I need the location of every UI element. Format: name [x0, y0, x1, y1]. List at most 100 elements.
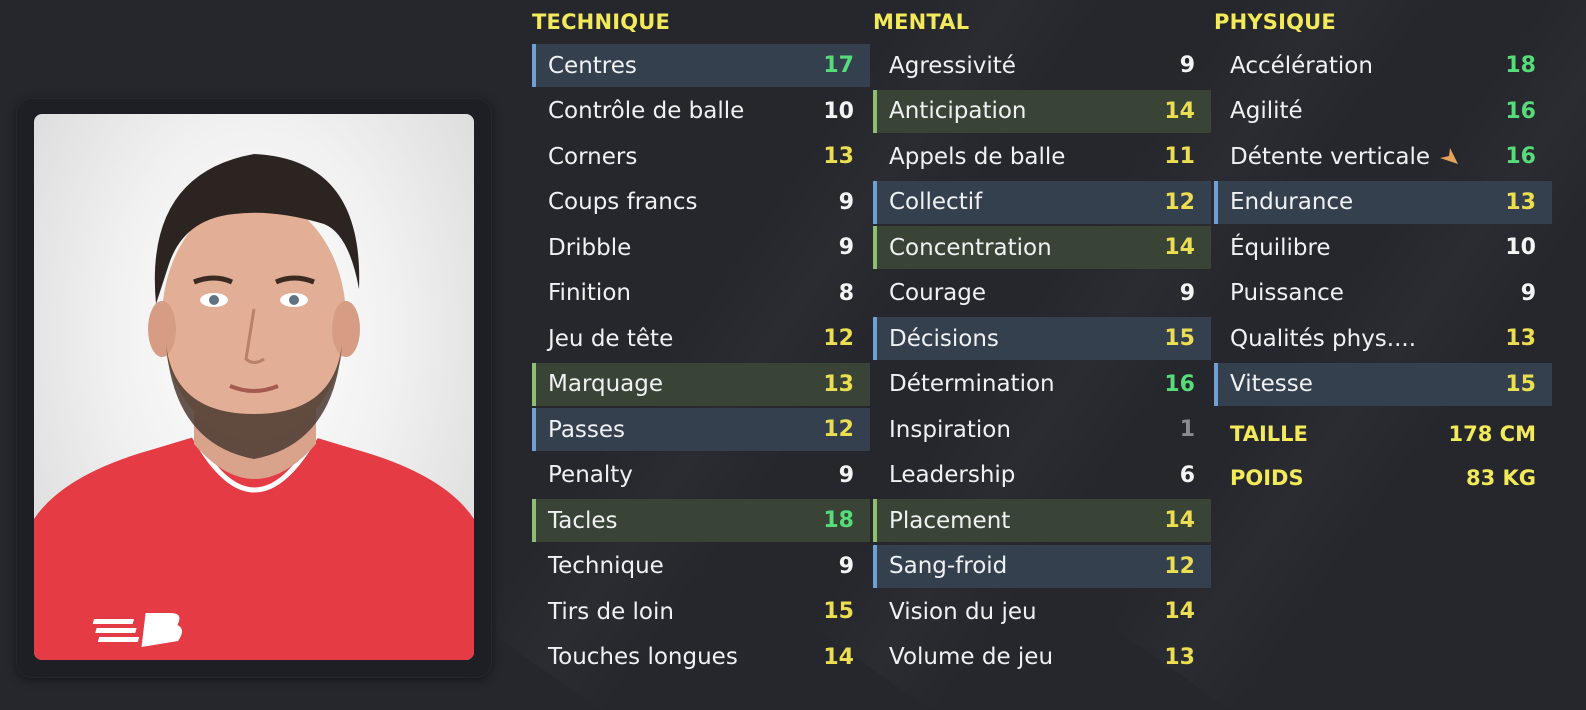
attribute-label-text: Collectif [889, 189, 983, 215]
physique-attribute-row[interactable]: Puissance 9 [1214, 272, 1552, 315]
attribute-label-text: Sang-froid [889, 553, 1008, 579]
attribute-value: 14 [1164, 508, 1195, 533]
attribute-label: Inspiration [889, 417, 1011, 443]
attribute-value: 16 [1505, 98, 1536, 124]
technique-attribute-row[interactable]: Jeu de tête 12 [532, 317, 870, 360]
attribute-label: Tirs de loin [548, 599, 674, 625]
technique-attribute-row[interactable]: Contrôle de balle 10 [532, 90, 870, 133]
physique-attribute-row[interactable]: Agilité 16 [1214, 90, 1552, 133]
attribute-value: 9 [1179, 280, 1195, 306]
attribute-value: 14 [1164, 599, 1195, 624]
player-portrait-frame [16, 98, 492, 678]
attribute-value: 14 [823, 644, 854, 670]
attribute-label-text: Centres [548, 52, 637, 79]
attribute-label: Équilibre [1230, 235, 1331, 261]
attribute-label-text: Tacles [548, 507, 618, 534]
attribute-label: Concentration [889, 235, 1052, 261]
attribute-label: Penalty [548, 462, 633, 488]
mental-attribute-row[interactable]: Anticipation 14 [873, 89, 1211, 133]
mental-attribute-row[interactable]: Détermination 16 [873, 363, 1211, 406]
attribute-label-text: Placement [889, 507, 1011, 534]
attribute-label-text: Concentration [889, 234, 1052, 261]
attribute-label: Finition [548, 280, 631, 306]
attribute-label: Qualités phys.... [1230, 326, 1416, 352]
attribute-label: Collectif [889, 189, 982, 215]
weight-label: POIDS [1230, 465, 1304, 490]
technique-attribute-row[interactable]: Corners 13 [532, 135, 870, 178]
attribute-label-text: Jeu de tête [548, 325, 674, 352]
attribute-label-text: Technique [548, 553, 664, 579]
height-value: 178 CM [1448, 421, 1536, 446]
technique-attribute-row[interactable]: Finition 8 [532, 272, 870, 315]
attribute-value: 9 [838, 189, 854, 215]
attribute-label: Agilité [1230, 98, 1303, 124]
attribute-label: Anticipation [889, 98, 1027, 124]
trend-up-arrow-icon [1440, 147, 1458, 164]
technique-attribute-row[interactable]: Centres 17 [532, 44, 870, 87]
height-label: TAILLE [1230, 421, 1308, 446]
attribute-value: 9 [1520, 280, 1536, 306]
attribute-label-text: Touches longues [548, 644, 738, 670]
attribute-label: Appels de balle [889, 144, 1065, 170]
attribute-value: 13 [823, 371, 854, 397]
attribute-label-text: Coups francs [548, 189, 698, 215]
attribute-value: 12 [823, 417, 854, 442]
attribute-label: Courage [889, 280, 986, 306]
mental-attribute-row[interactable]: Inspiration 1 [873, 408, 1211, 451]
attribute-label-text: Finition [548, 280, 631, 306]
mental-attribute-row[interactable]: Concentration 14 [873, 226, 1211, 269]
attribute-label: Tacles [548, 508, 618, 534]
attribute-label: Accélération [1230, 53, 1373, 79]
physique-attribute-row[interactable]: Accélération 18 [1214, 44, 1552, 87]
technique-attribute-row[interactable]: Touches longues 14 [532, 636, 870, 679]
attribute-label: Endurance [1230, 189, 1353, 215]
attribute-label-text: Passes [548, 416, 626, 443]
physique-attribute-row[interactable]: Équilibre 10 [1214, 226, 1552, 269]
attribute-value: 14 [1164, 235, 1195, 260]
physique-attribute-row[interactable]: Endurance 13 [1214, 180, 1552, 224]
attribute-value: 16 [1164, 371, 1195, 397]
attribute-value: 9 [1179, 53, 1195, 78]
physique-attribute-row[interactable]: Qualités phys.... 13 [1214, 317, 1552, 360]
mental-title: MENTAL [873, 10, 970, 34]
attribute-label-text: Marquage [548, 371, 664, 397]
mental-attribute-row[interactable]: Leadership 6 [873, 454, 1211, 497]
mental-attribute-row[interactable]: Courage 9 [873, 272, 1211, 315]
mental-attribute-row[interactable]: Volume de jeu 13 [873, 636, 1211, 679]
attribute-label-text: Vitesse [1230, 371, 1313, 397]
technique-attribute-row[interactable]: Coups francs 9 [532, 181, 870, 224]
attribute-label-text: Endurance [1230, 189, 1354, 215]
technique-attribute-row[interactable]: Penalty 9 [532, 454, 870, 497]
mental-attribute-row[interactable]: Sang-froid 12 [873, 544, 1211, 588]
attribute-label: Jeu de tête [548, 326, 673, 352]
mental-attribute-row[interactable]: Agressivité 9 [873, 44, 1211, 87]
technique-attribute-row[interactable]: Tirs de loin 15 [532, 590, 870, 633]
mental-attribute-row[interactable]: Placement 14 [873, 499, 1211, 542]
attribute-value: 12 [1164, 189, 1195, 215]
attribute-label-text: Équilibre [1230, 234, 1331, 261]
attribute-label-text: Agilité [1230, 98, 1303, 124]
mental-attribute-row[interactable]: Vision du jeu 14 [873, 590, 1211, 633]
attribute-label-text: Accélération [1230, 52, 1373, 79]
attribute-value: 18 [1505, 53, 1536, 78]
attribute-label-text: Courage [889, 280, 987, 306]
attribute-value: 10 [823, 98, 854, 124]
physique-attribute-row[interactable]: Vitesse 15 [1214, 362, 1552, 406]
attribute-label-text: Décisions [889, 325, 999, 352]
attribute-label-text: Qualités phys.... [1230, 325, 1417, 352]
mental-attribute-row[interactable]: Collectif 12 [873, 180, 1211, 224]
attribute-label-text: Tirs de loin [548, 598, 674, 625]
attribute-label-text: Vision du jeu [889, 598, 1037, 625]
technique-attribute-row[interactable]: Dribble 9 [532, 226, 870, 269]
technique-attribute-row[interactable]: Tacles 18 [532, 499, 870, 542]
mental-attribute-row[interactable]: Décisions 15 [873, 317, 1211, 360]
attribute-label: Touches longues [548, 644, 738, 670]
technique-attribute-row[interactable]: Technique 9 [532, 545, 870, 588]
technique-attribute-row[interactable]: Marquage 13 [532, 362, 870, 406]
attribute-label-text: Inspiration [889, 416, 1011, 443]
physique-attribute-row[interactable]: Détente verticale 16 [1214, 135, 1552, 178]
technique-attribute-row[interactable]: Passes 12 [532, 408, 870, 451]
mental-attribute-row[interactable]: Appels de balle 11 [873, 135, 1211, 178]
attribute-label: Agressivité [889, 53, 1016, 79]
mental-column: MENTAL Agressivité 9 Anticipation 14 Appels … [873, 0, 1211, 681]
